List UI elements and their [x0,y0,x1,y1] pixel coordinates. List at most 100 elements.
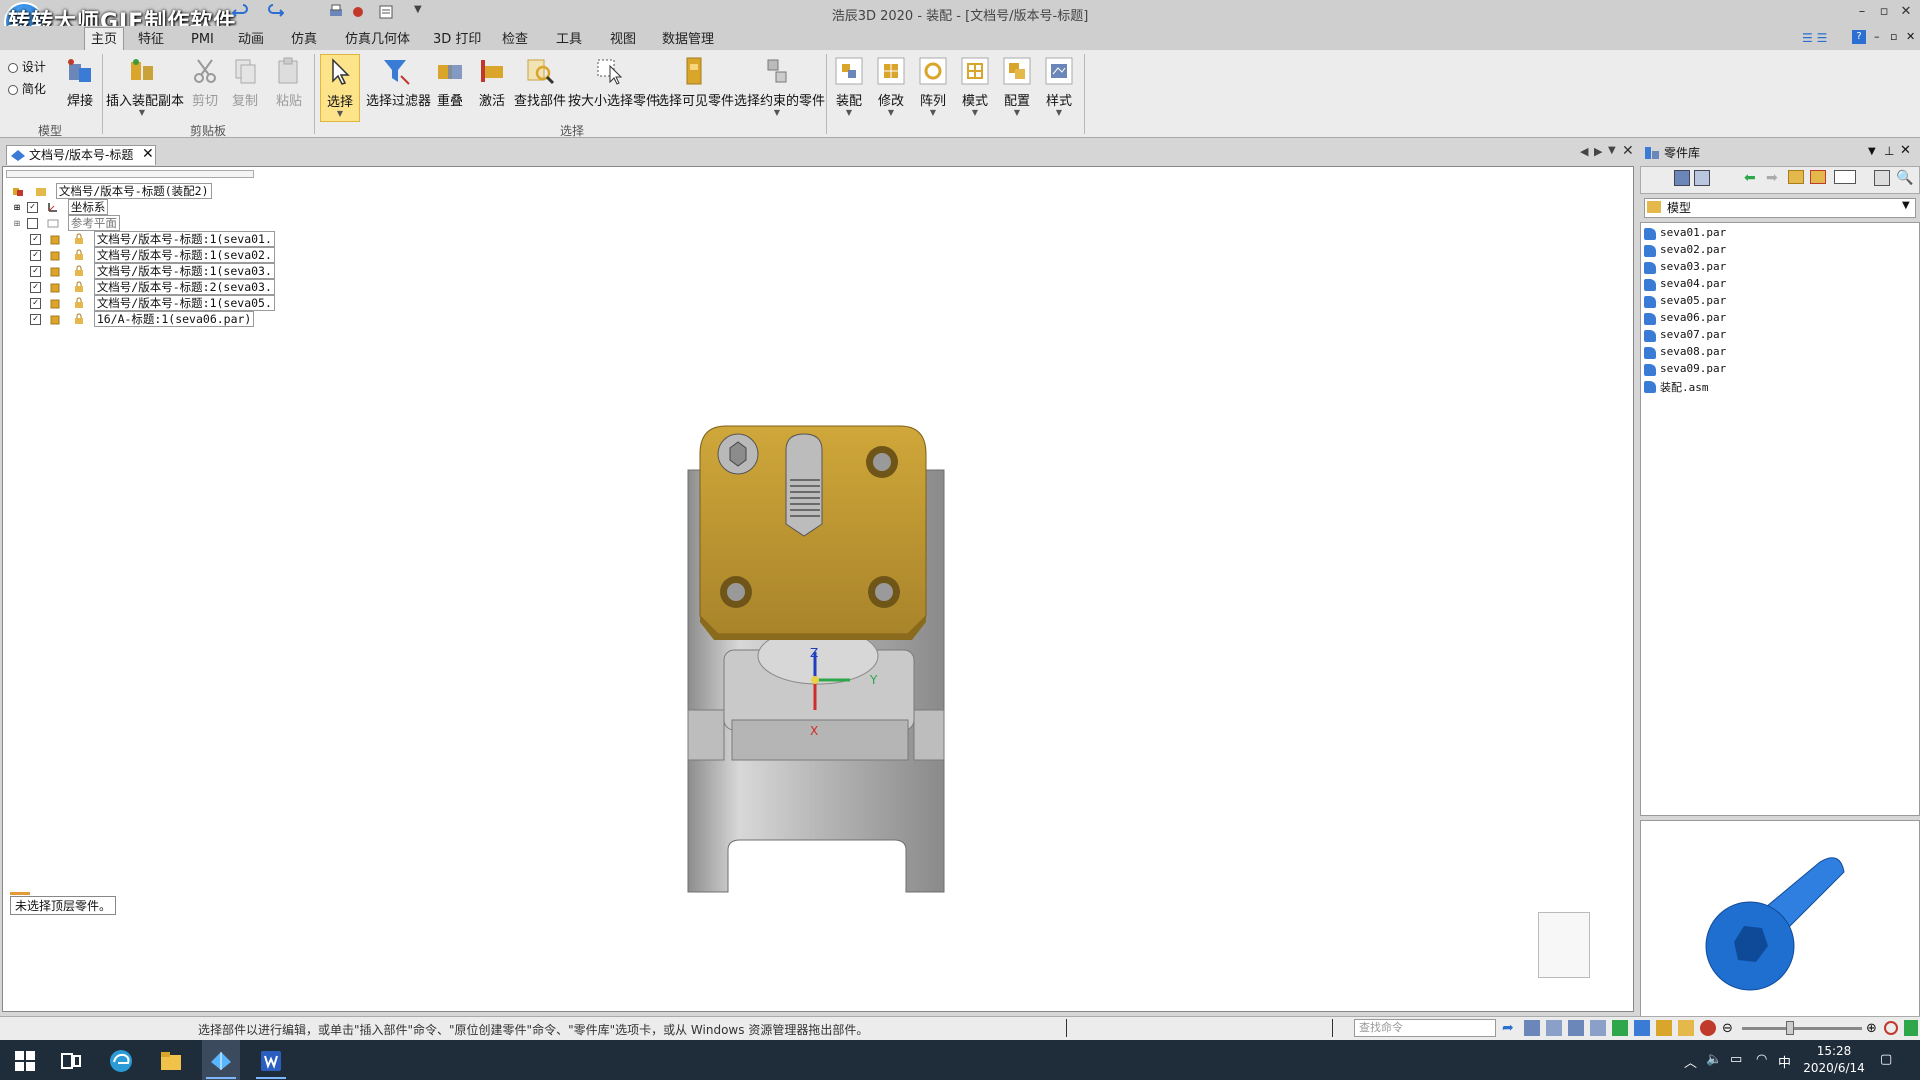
mode-design-radio[interactable]: 设计 [8,58,46,75]
close-button[interactable]: ✕ [1896,2,1916,22]
list-item[interactable]: seva02.par [1644,243,1726,259]
forward-arrow-icon[interactable]: ➡ [1766,170,1778,186]
system-clock[interactable]: 15:28 2020/6/14 [1794,1043,1874,1077]
list-item[interactable]: 装配.asm [1644,379,1709,395]
view-orient-icon[interactable] [1634,1020,1650,1036]
file-explorer-icon[interactable] [158,1048,184,1074]
tab-simulation[interactable]: 仿真 [285,30,323,50]
find-part-button[interactable]: 查找部件 [514,54,566,109]
tab-inspect[interactable]: 检查 [496,30,534,50]
select-by-size-button[interactable]: 按大小选择零件 [568,54,659,109]
select-constrained-button[interactable]: 选择约束的零件 ▼ [734,54,825,117]
view-details-icon[interactable] [1674,170,1690,186]
select-button[interactable]: 选择 ▼ [320,54,360,122]
cut-button[interactable]: 剪切 [190,54,220,109]
section-view-icon[interactable] [1678,1020,1694,1036]
ribbon-options-icon[interactable]: ☰ ☰ [1802,31,1827,45]
select-filter-button[interactable]: 选择过滤器 [366,54,431,109]
minimize-button[interactable]: – [1852,2,1872,22]
help-icon[interactable]: ? [1852,30,1866,44]
modify-button[interactable]: 修改 ▼ [874,54,908,117]
select-visible-button[interactable]: 选择可见零件 [656,54,734,109]
tab-3d-print[interactable]: 3D 打印 [427,30,487,50]
edge-browser-icon[interactable] [108,1048,134,1074]
zoom-icon[interactable] [1546,1020,1562,1036]
rotate-icon[interactable] [1612,1020,1628,1036]
list-item[interactable]: seva04.par [1644,277,1726,293]
tab-animation[interactable]: 动画 [232,30,270,50]
record-icon[interactable] [1700,1020,1716,1036]
zoom-out-icon[interactable]: ⊖ [1722,1021,1733,1036]
tree-checkbox[interactable] [26,217,38,229]
view-icon[interactable] [378,4,394,20]
new-folder-icon[interactable] [1810,170,1826,184]
activate-button[interactable]: 激活 [476,54,508,109]
view-cube[interactable] [1538,912,1590,978]
zoom-slider-thumb[interactable] [1786,1021,1794,1035]
close-all-tabs-icon[interactable]: ✕ [1622,143,1634,159]
list-item[interactable]: seva01.par [1644,226,1726,242]
tree-item-part[interactable]: ✓ 文档号/版本号-标题:1(seva03. [30,263,275,279]
list-item[interactable]: seva07.par [1644,328,1726,344]
document-tab-close-icon[interactable]: ✕ [142,146,154,162]
search-icon[interactable]: 🔍 [1896,170,1913,186]
tree-checkbox[interactable]: ✓ [30,233,41,245]
mode-simplify-radio[interactable]: 简化 [8,80,46,97]
expand-icon[interactable]: ⊞ [14,219,20,230]
tree-item-part[interactable]: ✓ 16/A-标题:1(seva06.par) [30,311,255,327]
quick-access-dropdown-icon[interactable]: ▼ [414,4,422,15]
task-view-icon[interactable] [58,1048,84,1074]
stop-icon[interactable] [1884,1021,1898,1035]
doc-minimize-button[interactable]: – [1874,30,1880,43]
redo-icon[interactable] [268,4,284,20]
config-button[interactable]: 配置 ▼ [1000,54,1034,117]
tab-pmi[interactable]: PMI [185,30,220,50]
settings-icon[interactable] [350,4,366,20]
notification-icon[interactable]: ▢ [1880,1052,1892,1067]
tree-item-part[interactable]: ✓ 文档号/版本号-标题:1(seva02. [30,247,275,263]
tree-checkbox[interactable]: ✓ [30,281,41,293]
tab-tools[interactable]: 工具 [550,30,588,50]
weld-button[interactable]: 焊接 [60,54,100,109]
pan-icon[interactable] [1590,1020,1606,1036]
tree-checkbox[interactable]: ✓ [30,313,41,325]
display-style-icon[interactable] [1656,1020,1672,1036]
insert-assembly-copy-button[interactable]: 插入装配副本 ▼ [106,54,184,117]
gstarcad-3d-icon[interactable] [208,1048,234,1074]
paste-button[interactable]: 粘贴 [274,54,304,109]
list-item[interactable]: seva05.par [1644,294,1726,310]
windows-start-icon[interactable] [12,1048,38,1074]
overlap-button[interactable]: 重叠 [434,54,466,109]
tree-item-part[interactable]: ✓ 文档号/版本号-标题:2(seva03. [30,279,275,295]
tree-checkbox[interactable]: ✓ [30,265,41,277]
zoom-slider[interactable] [1742,1027,1862,1030]
go-arrow-icon[interactable]: ➦ [1502,1020,1518,1036]
tab-scroll-left-icon[interactable]: ◀ [1580,145,1588,158]
battery-icon[interactable]: ▭ [1730,1052,1742,1067]
tab-data-management[interactable]: 数据管理 [656,30,720,50]
document-tab[interactable]: 文档号/版本号-标题 [6,145,156,165]
pane-menu-icon[interactable]: ▼ [1868,146,1876,157]
doc-restore-button[interactable]: ▫ [1890,30,1897,43]
fit-icon[interactable] [1568,1020,1584,1036]
ime-indicator[interactable]: 中 [1778,1052,1791,1071]
zoom-in-icon[interactable]: ⊕ [1866,1021,1877,1036]
list-item[interactable]: seva03.par [1644,260,1726,276]
pin-icon[interactable]: ⊥ [1884,144,1894,158]
assembly-button[interactable]: 装配 ▼ [832,54,866,117]
home-icon[interactable] [1694,170,1710,186]
word-icon[interactable] [258,1048,284,1074]
tree-item-reference-planes[interactable]: ⊞ 参考平面 [14,215,120,231]
pattern-button[interactable]: 阵列 ▼ [916,54,950,117]
print-icon[interactable] [328,4,344,20]
folder-select[interactable]: 模型 [1644,198,1916,218]
style-button[interactable]: 样式 ▼ [1042,54,1076,117]
doc-close-button[interactable]: ✕ [1906,30,1915,43]
options-icon[interactable] [1874,170,1890,186]
copy-button[interactable]: 复制 [230,54,260,109]
tree-item-part[interactable]: ✓ 文档号/版本号-标题:1(seva01. [30,231,275,247]
expand-icon[interactable]: ⊞ [14,203,20,214]
list-item[interactable]: seva06.par [1644,311,1726,327]
tree-item-coordinate-system[interactable]: ⊞ ✓ 坐标系 [14,199,109,215]
undo-icon[interactable] [232,4,248,20]
